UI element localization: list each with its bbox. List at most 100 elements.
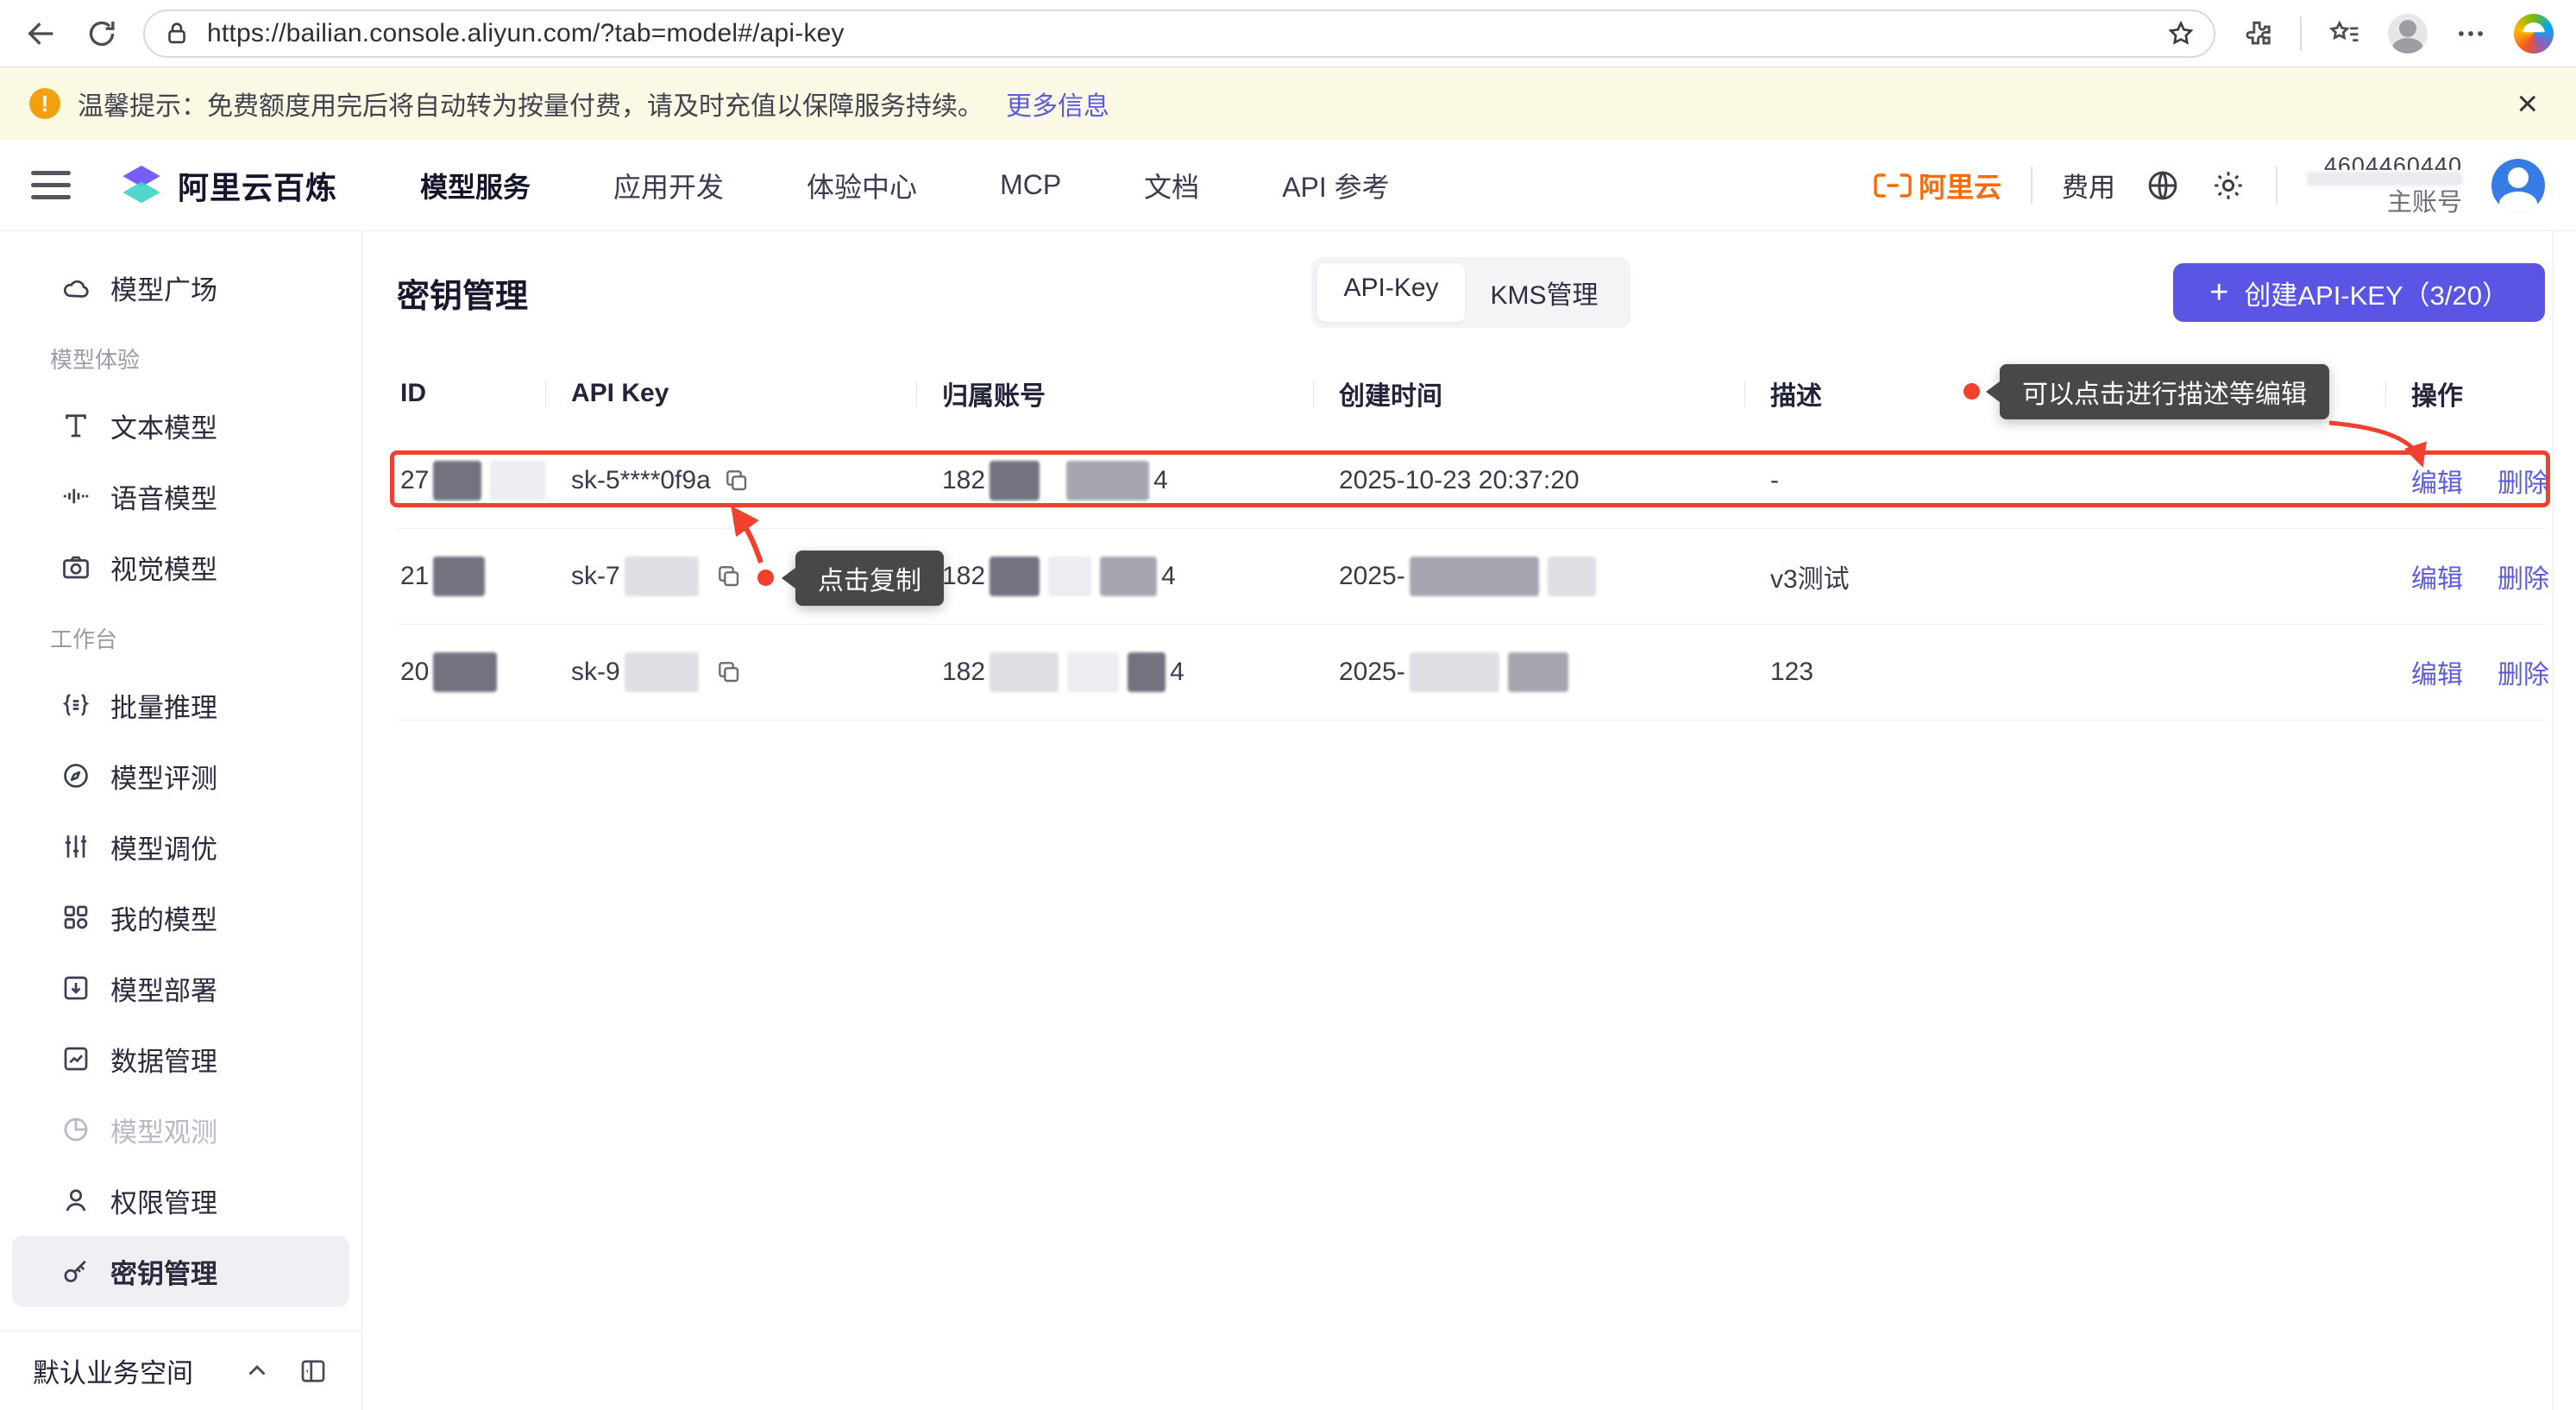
cell-desc[interactable]: v3测试 xyxy=(1744,557,2385,595)
table-row: 27 sk-5****0f9a 1824 2025-10-23 20:37:20… xyxy=(397,433,2545,529)
data-management-icon xyxy=(60,1043,91,1074)
back-icon[interactable] xyxy=(22,15,60,53)
top-nav: 阿里云百炼 模型服务 应用开发 体验中心 MCP 文档 API 参考 阿里云 费… xyxy=(0,140,2576,231)
cell-actions: 编辑 删除 xyxy=(2385,557,2528,595)
vision-model-icon xyxy=(60,551,91,582)
redaction-block xyxy=(625,557,699,596)
sidebar-item-model-plaza[interactable]: 模型广场 xyxy=(12,252,349,323)
edit-link[interactable]: 编辑 xyxy=(2411,557,2463,595)
settings-gear-icon[interactable] xyxy=(2210,167,2246,204)
sidebar-item-model-deploy[interactable]: 模型部署 xyxy=(12,953,349,1023)
warning-icon: ! xyxy=(29,88,60,119)
col-header-created: 创建时间 xyxy=(1313,354,1744,433)
divider xyxy=(2031,167,2033,205)
cell-account: 1824 xyxy=(916,652,1313,692)
redaction-block xyxy=(990,461,1040,500)
browser-menu-icon[interactable] xyxy=(2452,15,2490,53)
sidebar-item-my-models[interactable]: 我的模型 xyxy=(12,882,349,953)
cell-id: 27 xyxy=(397,461,545,500)
sidebar-item-data-management[interactable]: 数据管理 xyxy=(12,1023,349,1094)
redaction-block xyxy=(1100,557,1157,596)
col-header-api-key: API Key xyxy=(545,354,916,433)
notice-close-icon[interactable]: × xyxy=(2508,85,2547,122)
extensions-icon[interactable] xyxy=(2238,15,2276,53)
bookmark-star-icon[interactable] xyxy=(2165,18,2196,49)
account-id-redaction xyxy=(2307,172,2462,186)
copilot-icon[interactable] xyxy=(2514,14,2554,54)
sidebar-item-text-model[interactable]: 文本模型 xyxy=(12,390,349,461)
chevron-up-icon[interactable] xyxy=(242,1356,272,1386)
sidebar-item-model-tuning[interactable]: 模型调优 xyxy=(12,811,349,882)
refresh-icon[interactable] xyxy=(83,15,121,53)
delete-link[interactable]: 删除 xyxy=(2497,653,2549,691)
speech-model-icon xyxy=(60,481,91,512)
redaction-block xyxy=(990,557,1040,596)
user-avatar[interactable] xyxy=(2491,159,2545,212)
favorites-icon[interactable] xyxy=(2326,15,2364,53)
create-api-key-button[interactable]: + 创建API-KEY（3/20） xyxy=(2173,263,2545,322)
aliyun-logo[interactable]: 阿里云 xyxy=(1874,166,2001,205)
model-plaza-icon xyxy=(60,272,91,303)
sidebar-section-model-experience: 模型体验 xyxy=(0,323,361,390)
sidebar-item-api-key[interactable]: 密钥管理 xyxy=(12,1236,349,1306)
site-permissions-icon[interactable] xyxy=(162,19,192,48)
brand[interactable]: 阿里云百炼 xyxy=(119,163,337,208)
cell-account: 1824 xyxy=(916,557,1313,596)
copy-icon[interactable] xyxy=(723,467,751,494)
browser-chrome: https://bailian.console.aliyun.com/?tab=… xyxy=(0,0,2576,67)
brand-name: 阿里云百炼 xyxy=(178,163,337,208)
copy-icon[interactable] xyxy=(715,658,743,686)
redaction-block xyxy=(1066,461,1149,500)
nav-item-mcp[interactable]: MCP xyxy=(1000,169,1061,201)
tab-api-key[interactable]: API-Key xyxy=(1317,263,1464,322)
language-globe-icon[interactable] xyxy=(2145,167,2181,204)
col-header-actions: 操作 xyxy=(2385,354,2528,433)
account-role: 主账号 xyxy=(2307,189,2462,217)
text-model-icon xyxy=(60,410,91,441)
sidebar-item-speech-model[interactable]: 语音模型 xyxy=(12,461,349,532)
redaction-block xyxy=(1048,557,1091,596)
url-bar[interactable]: https://bailian.console.aliyun.com/?tab=… xyxy=(143,9,2215,58)
model-deploy-icon xyxy=(60,973,91,1004)
nav-items: 模型服务 应用开发 体验中心 MCP 文档 API 参考 xyxy=(420,166,1390,205)
workspace-switcher[interactable]: 默认业务空间 xyxy=(0,1331,361,1410)
billing-link[interactable]: 费用 xyxy=(2062,166,2115,205)
cell-created: 2025- xyxy=(1313,557,1744,596)
nav-item-app-dev[interactable]: 应用开发 xyxy=(613,166,724,205)
workspace-name: 默认业务空间 xyxy=(33,1351,217,1390)
notice-more-link[interactable]: 更多信息 xyxy=(1006,85,1109,123)
sidebar-item-batch-inference[interactable]: 批量推理 xyxy=(12,670,349,740)
edit-link[interactable]: 编辑 xyxy=(2411,462,2463,500)
cell-desc[interactable]: 123 xyxy=(1744,658,2385,687)
redaction-block xyxy=(1548,557,1596,596)
cell-api-key: sk-7 xyxy=(545,557,916,596)
nav-item-docs[interactable]: 文档 xyxy=(1144,166,1199,205)
sidebar-item-vision-model[interactable]: 视觉模型 xyxy=(12,532,349,602)
account-info[interactable]: 4604460440 主账号 xyxy=(2307,153,2462,217)
cell-api-key: sk-5****0f9a xyxy=(545,466,916,495)
delete-link[interactable]: 删除 xyxy=(2497,462,2549,500)
tab-kms[interactable]: KMS管理 xyxy=(1465,263,1624,322)
cell-id: 21 xyxy=(397,557,545,596)
sidebar-item-model-observe[interactable]: 模型观测 xyxy=(12,1094,349,1165)
url-text: https://bailian.console.aliyun.com/?tab=… xyxy=(207,19,2150,48)
hamburger-menu-icon[interactable] xyxy=(31,171,71,199)
batch-inference-icon xyxy=(60,689,91,721)
cell-id: 20 xyxy=(397,652,545,692)
redaction-block xyxy=(490,461,545,500)
sidebar-item-permission[interactable]: 权限管理 xyxy=(12,1165,349,1236)
page-title: 密钥管理 xyxy=(397,269,1311,317)
edit-link[interactable]: 编辑 xyxy=(2411,653,2463,691)
delete-link[interactable]: 删除 xyxy=(2497,557,2549,595)
collapse-sidebar-icon[interactable] xyxy=(298,1356,329,1387)
cell-desc[interactable]: - xyxy=(1744,466,2385,495)
nav-item-model-service[interactable]: 模型服务 xyxy=(420,166,531,205)
sidebar-item-model-eval[interactable]: 模型评测 xyxy=(12,740,349,811)
browser-profile-avatar[interactable] xyxy=(2388,14,2428,54)
redaction-block xyxy=(1508,652,1568,692)
table-header: ID API Key 归属账号 创建时间 描述 操作 xyxy=(397,354,2545,433)
nav-item-experience[interactable]: 体验中心 xyxy=(807,166,917,205)
notice-bar: ! 温馨提示：免费额度用完后将自动转为按量付费，请及时充值以保障服务持续。 更多… xyxy=(0,67,2576,140)
copy-icon[interactable] xyxy=(715,563,743,590)
nav-item-api-ref[interactable]: API 参考 xyxy=(1282,166,1389,205)
